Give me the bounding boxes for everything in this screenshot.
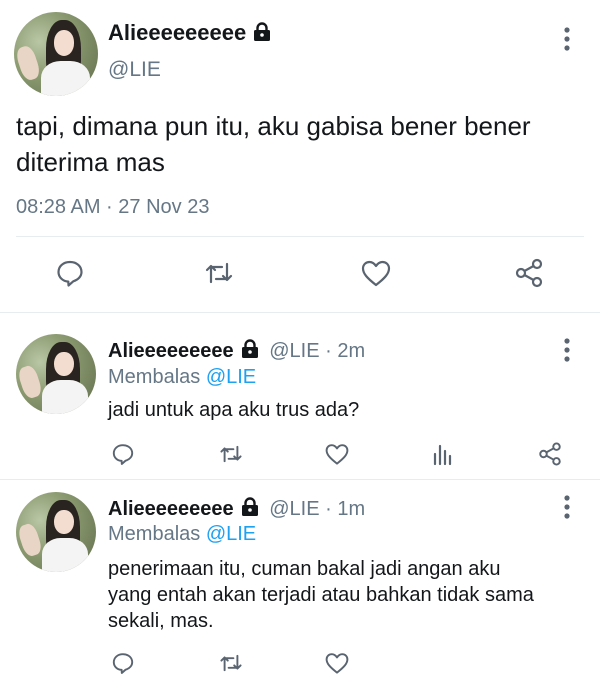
display-name[interactable]: Alieeeeeeeee bbox=[108, 498, 234, 520]
share-icon[interactable] bbox=[537, 441, 563, 467]
more-vertical-icon[interactable] bbox=[555, 335, 579, 365]
replying-prefix: Membalas bbox=[108, 366, 201, 388]
handle[interactable]: @LIE bbox=[108, 58, 161, 82]
like-icon[interactable] bbox=[324, 442, 350, 466]
retweet-icon[interactable] bbox=[218, 442, 244, 466]
tweet-text: tapi, dimana pun itu, aku gabisa bener b… bbox=[16, 108, 531, 180]
reply-text: jadi untuk apa aku trus ada? bbox=[108, 397, 359, 423]
lock-icon bbox=[240, 339, 260, 365]
reply-header: Alieeeeeeeee @LIE · 1m bbox=[108, 497, 365, 523]
analytics-icon[interactable] bbox=[431, 442, 455, 466]
display-name[interactable]: Alieeeeeeeee bbox=[108, 20, 272, 48]
divider bbox=[16, 236, 584, 237]
lock-icon bbox=[240, 497, 260, 523]
reply-text: penerimaan itu, cuman bakal jadi angan a… bbox=[108, 556, 534, 634]
reply-icon[interactable] bbox=[111, 442, 135, 466]
display-name[interactable]: Alieeeeeeeee bbox=[108, 340, 234, 362]
handle-time: @LIE · 2m bbox=[269, 340, 366, 362]
avatar[interactable] bbox=[16, 334, 96, 414]
reply-header: Alieeeeeeeee @LIE · 2m bbox=[108, 339, 365, 365]
retweet-icon[interactable] bbox=[203, 258, 235, 288]
share-icon[interactable] bbox=[513, 257, 545, 289]
timestamp: 08:28 AM · 27 Nov 23 bbox=[16, 196, 210, 218]
avatar[interactable] bbox=[16, 492, 96, 572]
display-name-text: Alieeeeeeeee bbox=[108, 20, 247, 45]
divider bbox=[0, 312, 600, 313]
reply-text-line: penerimaan itu, cuman bakal jadi angan a… bbox=[108, 558, 501, 580]
reply-text-line: yang entah akan terjadi atau bahkan tida… bbox=[108, 584, 534, 606]
replying-to: Membalas @LIE bbox=[108, 523, 256, 546]
lock-icon bbox=[252, 22, 272, 48]
reply-text-line: jadi untuk apa aku trus ada? bbox=[108, 399, 360, 421]
avatar[interactable] bbox=[14, 12, 98, 96]
reply-icon[interactable] bbox=[111, 651, 135, 675]
more-vertical-icon[interactable] bbox=[555, 24, 579, 54]
replying-prefix: Membalas bbox=[108, 523, 201, 545]
replying-to-link[interactable]: @LIE bbox=[206, 523, 256, 545]
reply-icon[interactable] bbox=[55, 258, 85, 288]
replying-to: Membalas @LIE bbox=[108, 366, 256, 389]
handle-time: @LIE · 1m bbox=[269, 498, 366, 520]
tweet-text-line: tapi, dimana pun itu, aku gabisa bener b… bbox=[16, 111, 531, 141]
reply-text-line: sekali, mas. bbox=[108, 610, 214, 632]
replying-to-link[interactable]: @LIE bbox=[206, 366, 256, 388]
like-icon[interactable] bbox=[360, 258, 392, 288]
more-vertical-icon[interactable] bbox=[555, 492, 579, 522]
tweet-text-line: diterima mas bbox=[16, 147, 165, 177]
like-icon[interactable] bbox=[324, 651, 350, 675]
retweet-icon[interactable] bbox=[218, 651, 244, 675]
divider bbox=[0, 479, 600, 480]
